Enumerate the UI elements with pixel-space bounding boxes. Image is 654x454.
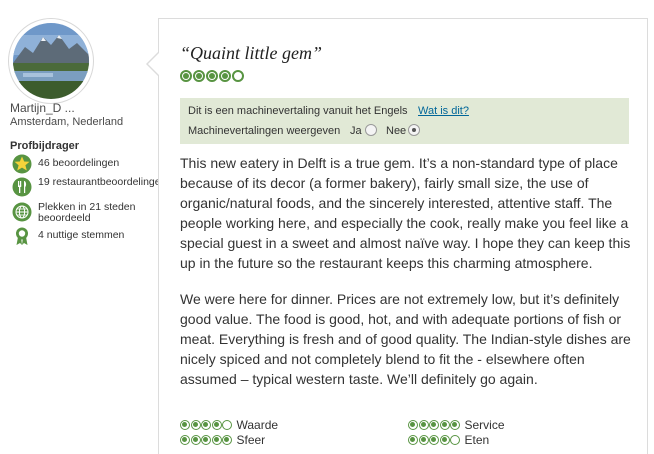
avatar-frame[interactable] [8, 18, 94, 104]
rating-bubble [222, 420, 232, 430]
rating-bubble [180, 70, 192, 82]
sub-rating-food: Eten [408, 433, 489, 447]
rating-bubble [193, 70, 205, 82]
rating-bubble [439, 420, 450, 430]
rating-bubble [450, 435, 460, 445]
machine-translation-notice: Dit is een machinevertaling vanuit het E… [180, 98, 629, 144]
review-paragraph: This new eatery in Delft is a true gem. … [180, 155, 631, 271]
rating-bubble [219, 70, 231, 82]
sub-rating-label: Waarde [236, 418, 279, 432]
rating-bubble [450, 420, 460, 430]
card-pointer-fill [148, 53, 159, 75]
review-card: “Quaint little gem” Dit is een machineve… [158, 18, 648, 454]
stat-helpful-votes: 4 nuttige stemmen [12, 226, 178, 246]
mt-no-radio[interactable] [408, 124, 420, 136]
stat-cities-text: Plekken in 21 steden beoordeeld [38, 201, 136, 224]
what-is-this-link[interactable]: Wat is dit? [418, 105, 469, 117]
stat-reviews-text: 46 beoordelingen [38, 157, 120, 169]
sub-rating-bubbles [408, 435, 461, 445]
ribbon-icon [12, 226, 32, 246]
rating-bubble [408, 435, 418, 445]
sub-rating-label: Eten [464, 433, 490, 447]
globe-icon [12, 202, 32, 222]
rating-bubble [429, 435, 439, 445]
sub-rating-label: Sfeer [236, 433, 266, 447]
rating-bubble [211, 435, 222, 445]
rating-bubble [439, 435, 450, 445]
username-link[interactable]: Martijn_D ... [10, 101, 75, 115]
review-rating-bubbles [180, 70, 245, 82]
rating-bubble [201, 435, 211, 445]
sub-rating-label: Service [464, 418, 505, 432]
rating-bubble [180, 435, 190, 445]
rating-bubble [190, 420, 201, 430]
stat-restaurant-reviews-text: 19 restaurantbeoordelingen [38, 176, 167, 188]
mt-notice-text: Dit is een machinevertaling vanuit het E… [188, 105, 408, 117]
rating-bubble [429, 420, 439, 430]
rating-bubble [232, 70, 244, 82]
rating-bubble [201, 420, 211, 430]
stat-reviews: 46 beoordelingen [12, 154, 178, 174]
sub-rating-bubbles [180, 420, 233, 430]
avatar-landscape-image [13, 23, 89, 99]
sub-rating-service: Service [408, 418, 505, 432]
rating-bubble [211, 420, 222, 430]
fork-knife-icon [12, 177, 32, 197]
rating-bubble [408, 420, 418, 430]
stat-restaurant-reviews: 19 restaurantbeoordelingen [12, 177, 178, 197]
sub-rating-value: Waarde [180, 418, 278, 432]
review-paragraph: We were here for dinner. Prices are not … [180, 291, 631, 387]
user-location: Amsterdam, Nederland [10, 116, 124, 128]
sub-rating-bubbles [180, 435, 233, 445]
mt-yes-label[interactable]: Ja [350, 125, 362, 137]
rating-bubble [180, 420, 190, 430]
stat-cities: Plekken in 21 steden beoordeeld [12, 202, 178, 224]
rating-bubble [222, 435, 232, 445]
sub-rating-atmosphere: Sfeer [180, 433, 265, 447]
rating-bubble [206, 70, 218, 82]
contributor-level: Profbijdrager [10, 140, 80, 152]
avatar[interactable] [13, 23, 89, 99]
rating-bubble [418, 435, 429, 445]
rating-bubble [190, 435, 201, 445]
mt-yes-radio[interactable] [365, 124, 377, 136]
mt-no-label[interactable]: Nee [386, 125, 406, 137]
sub-rating-bubbles [408, 420, 461, 430]
review-title[interactable]: “Quaint little gem” [180, 43, 322, 64]
mt-toggle-label: Machinevertalingen weergeven [188, 125, 341, 137]
rating-bubble [418, 420, 429, 430]
stat-helpful-votes-text: 4 nuttige stemmen [38, 229, 125, 241]
star-badge-icon [12, 154, 32, 174]
